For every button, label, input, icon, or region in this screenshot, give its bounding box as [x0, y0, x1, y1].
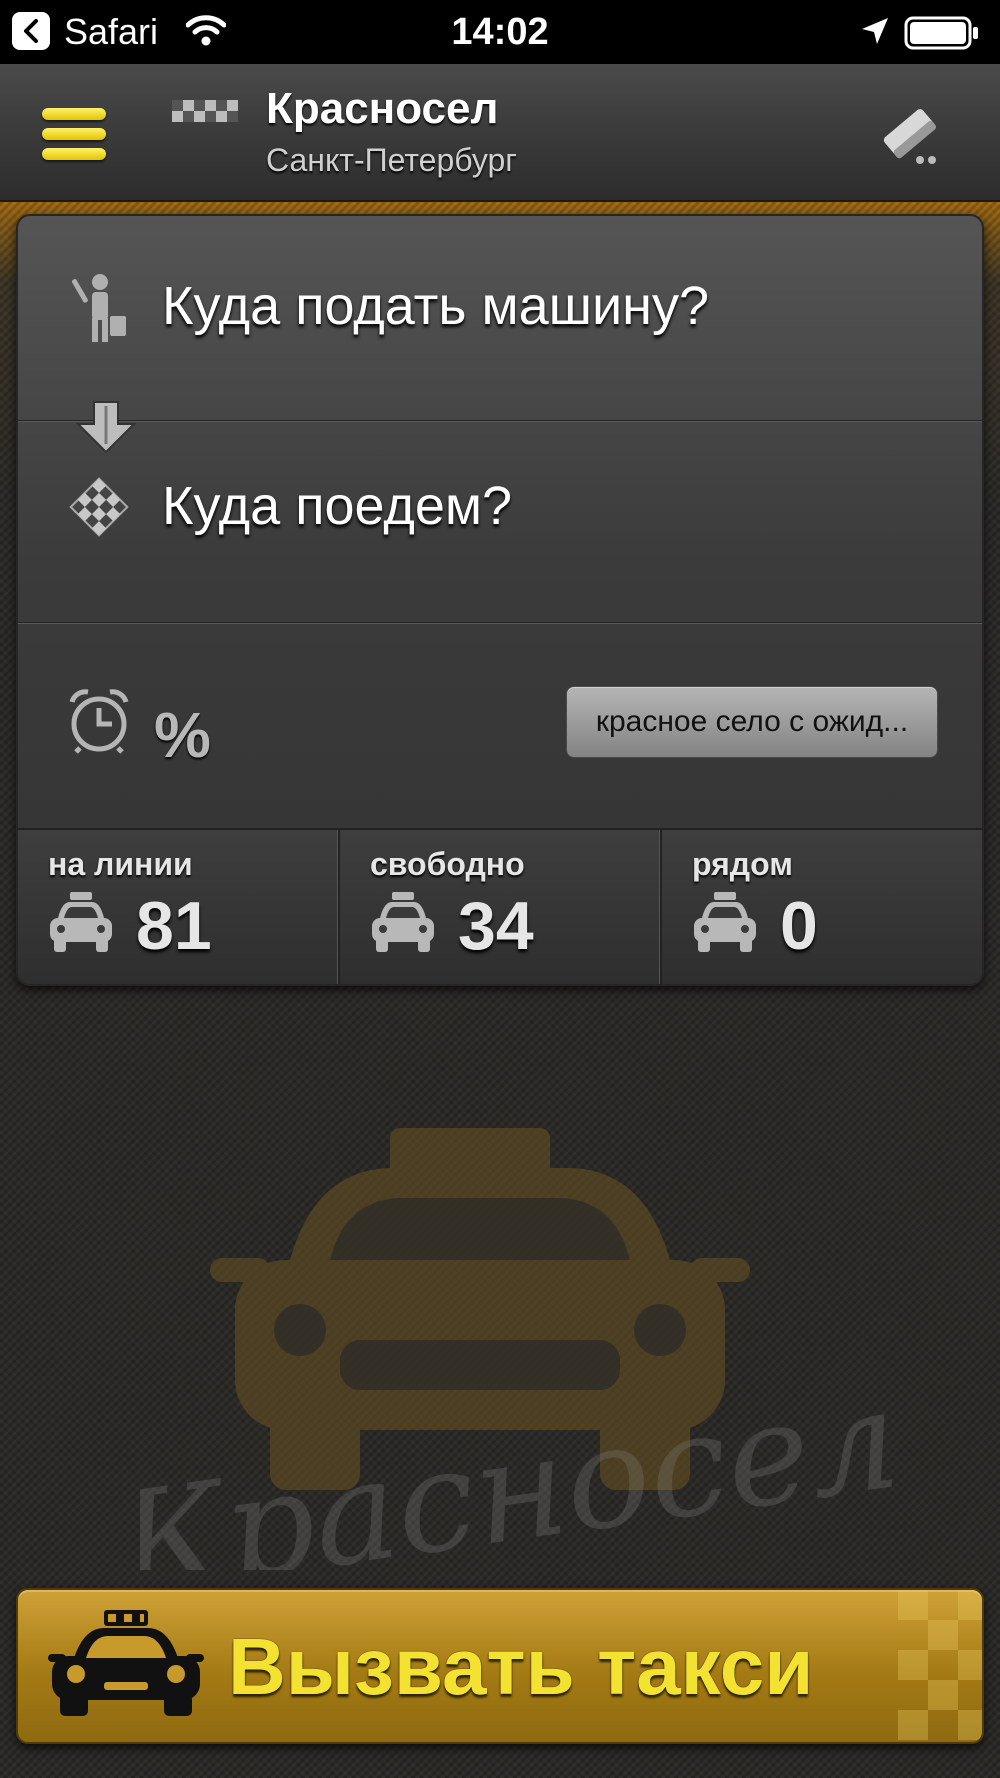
passenger-icon [70, 272, 130, 349]
destination-input[interactable]: Куда поедем? [162, 474, 512, 538]
call-taxi-button[interactable]: Вызвать такси [16, 1588, 984, 1744]
pickup-input[interactable]: Куда подать машину? [162, 274, 709, 338]
watermark-taxi-logo: Красносел [140, 1128, 900, 1570]
stat-label: на линии [48, 846, 193, 882]
battery-icon [904, 16, 980, 55]
stat-value: 34 [458, 888, 534, 964]
checker-pattern-icon [898, 1590, 982, 1740]
taxi-car-icon [692, 892, 758, 959]
stat-nearby: рядом 0 [662, 830, 982, 984]
stats-bar: на линии 81 свободно 34 рядом 0 [18, 828, 982, 984]
stat-free: свободно 34 [340, 830, 662, 984]
eraser-icon[interactable] [876, 100, 946, 170]
status-bar: Safari 14:02 [0, 0, 1000, 64]
tariff-button[interactable]: красное село с ожид... [566, 686, 938, 758]
stat-label: свободно [370, 846, 525, 882]
menu-icon [42, 108, 106, 120]
stat-label: рядом [692, 846, 793, 882]
clock: 14:02 [451, 11, 549, 53]
stat-value: 81 [136, 888, 212, 964]
taxi-checker-icon [172, 96, 240, 131]
alarm-clock-icon[interactable] [68, 688, 130, 759]
app-title: Красносел [266, 84, 499, 133]
menu-button[interactable] [36, 104, 112, 164]
city-label: Санкт-Петербург [266, 142, 517, 178]
pickup-row[interactable]: Куда подать машину? [18, 216, 982, 420]
discount-percent[interactable]: % [154, 700, 211, 770]
location-arrow-icon [860, 16, 890, 51]
taxi-car-icon [48, 1608, 204, 1725]
taxi-car-icon [48, 892, 114, 959]
finish-flag-icon [66, 474, 132, 545]
order-form: Куда подать машину? Куда поедем? % красн… [16, 214, 984, 986]
destination-row[interactable]: Куда поедем? [18, 422, 982, 618]
call-taxi-label: Вызвать такси [228, 1622, 814, 1711]
stat-online: на линии 81 [18, 830, 340, 984]
taxi-car-icon [370, 892, 436, 959]
stat-value: 0 [780, 888, 818, 964]
app-header: Красносел Санкт-Петербург [0, 64, 1000, 202]
